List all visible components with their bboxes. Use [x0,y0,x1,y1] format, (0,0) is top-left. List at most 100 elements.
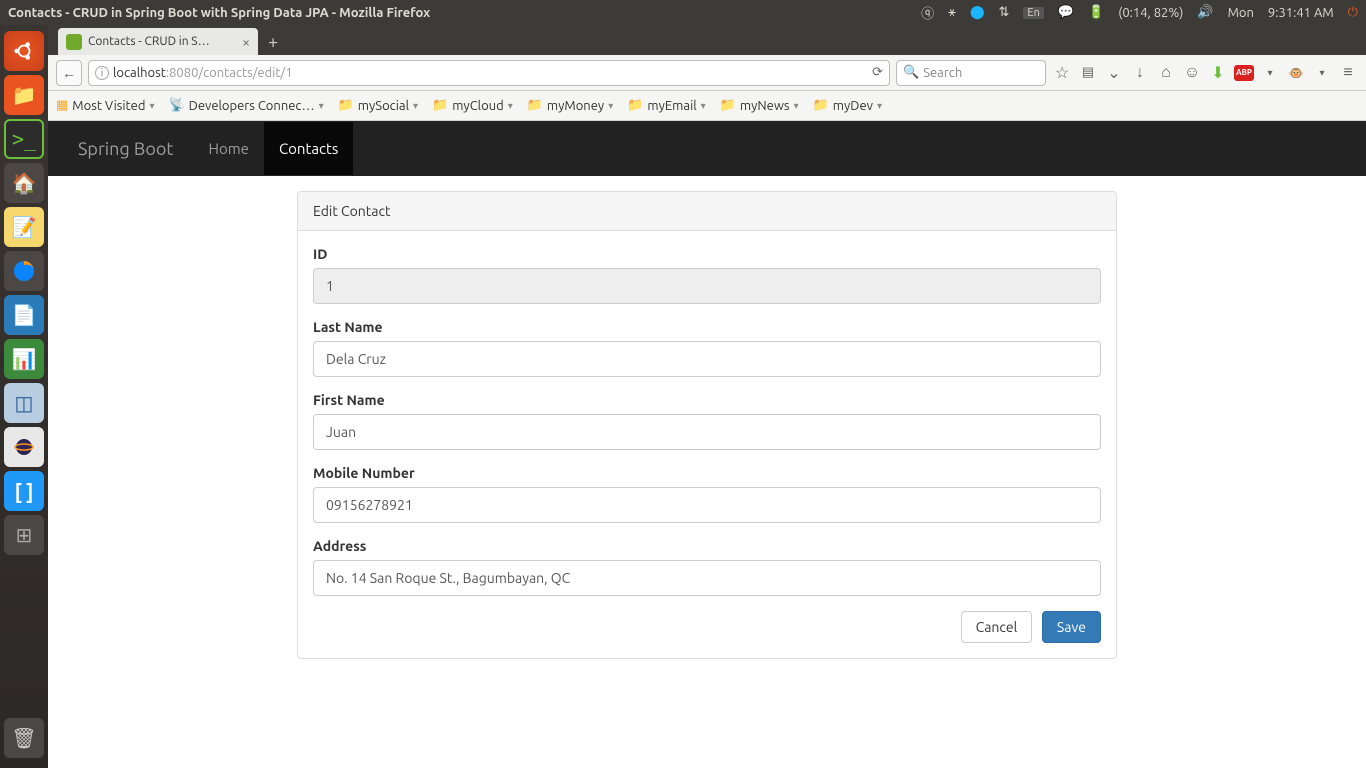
chevron-down-icon: ▾ [608,100,613,112]
battery-text: (0:14, 82%) [1118,6,1183,20]
form-group-mobile: Mobile Number [313,465,1101,523]
qb-icon[interactable]: ⓠ [921,3,934,22]
url-bar[interactable]: i localhost:8080/contacts/edit/1 ⟳ [88,60,890,86]
new-tab-button[interactable]: + [258,28,288,55]
site-info-icon[interactable]: i [95,66,109,80]
form-group-address: Address [313,538,1101,596]
lastname-label: Last Name [313,319,1101,335]
rss-icon: 📡 [168,98,184,113]
dropdown-icon[interactable]: ▾ [1260,63,1280,83]
form-group-id: ID [313,246,1101,304]
search-placeholder: Search [923,66,962,80]
dropdown-icon-2[interactable]: ▾ [1312,63,1332,83]
volume-icon[interactable]: 🔊 [1197,5,1213,20]
bookmark-star-icon[interactable]: ☆ [1052,63,1072,83]
chevron-down-icon: ▾ [794,100,799,112]
files-icon[interactable]: 📁 [4,75,44,115]
trash-icon[interactable]: 🗑 [4,718,44,758]
text-editor-icon[interactable]: 📝 [4,207,44,247]
firefox-icon[interactable] [4,251,44,291]
chevron-down-icon: ▾ [149,100,154,112]
cancel-button[interactable]: Cancel [961,611,1033,643]
menu-icon[interactable]: ≡ [1338,63,1358,83]
workspace-switcher-icon[interactable]: ⊞ [4,515,44,555]
launcher: 📁 >_ 🏠 📝 📄 📊 ◫ [ ] ⊞ 🗑 [0,25,48,768]
brand[interactable]: Spring Boot [78,139,173,159]
nav-home[interactable]: Home [193,122,263,175]
bookmarks-bar: ▦Most Visited▾ 📡Developers Connec…▾ 📁myS… [48,91,1366,121]
bookmark-mysocial[interactable]: 📁mySocial▾ [338,98,418,113]
address-input[interactable] [313,560,1101,596]
messages-icon[interactable]: 💬 [1058,5,1074,20]
adblock-icon[interactable]: ABP [1234,65,1254,81]
folder-icon: 📁 [627,98,643,113]
bookmark-most-visited[interactable]: ▦Most Visited▾ [56,98,154,113]
bluetooth-icon[interactable]: ⚹ [948,5,956,20]
bookmark-mymoney[interactable]: 📁myMoney▾ [527,98,613,113]
folder-icon: 📁 [527,98,543,113]
firstname-input[interactable] [313,414,1101,450]
nav-bar: ← i localhost:8080/contacts/edit/1 ⟳ 🔍 S… [48,55,1366,91]
tab-title: Contacts - CRUD in S… [88,35,210,48]
chevron-down-icon: ▾ [413,100,418,112]
system-bar: Contacts - CRUD in Spring Boot with Spri… [0,0,1366,25]
bookmark-myemail[interactable]: 📁myEmail▾ [627,98,705,113]
terminal-icon[interactable]: >_ [4,119,44,159]
url-path: :8080/contacts/edit/1 [166,66,293,80]
network-icon[interactable]: ⇅ [999,5,1010,20]
page-content: Spring Boot Home Contacts Edit Contact I… [48,121,1366,768]
url-host: localhost [113,66,166,80]
close-tab-icon[interactable]: × [242,34,250,50]
lastname-input[interactable] [313,341,1101,377]
search-bar[interactable]: 🔍 Search [896,60,1046,86]
firstname-label: First Name [313,392,1101,408]
clock-day: Mon [1228,6,1254,20]
back-button[interactable]: ← [56,60,82,86]
language-indicator[interactable]: En [1023,7,1043,19]
battery-icon[interactable]: 🔋 [1088,5,1104,20]
id-input [313,268,1101,304]
downloads-icon[interactable]: ↓ [1130,63,1150,83]
home-icon[interactable]: ⌂ [1156,63,1176,83]
browser-window: Contacts - CRUD in S… × + ← i localhost:… [48,25,1366,768]
save-button[interactable]: Save [1042,611,1101,643]
ubuntu-dash-icon[interactable] [4,31,44,71]
folder-icon: 📁 [720,98,736,113]
chevron-down-icon: ▾ [508,100,513,112]
favicon-icon [66,34,82,50]
window-title: Contacts - CRUD in Spring Boot with Spri… [8,6,921,20]
power-icon[interactable]: ⏻ [1348,5,1358,20]
bookmark-mycloud[interactable]: 📁myCloud▾ [432,98,513,113]
eclipse-icon[interactable] [4,427,44,467]
browser-tab[interactable]: Contacts - CRUD in S… × [58,28,258,55]
app-navbar: Spring Boot Home Contacts [48,121,1366,176]
writer-icon[interactable]: 📄 [4,295,44,335]
button-row: Cancel Save [313,611,1101,643]
bookmark-mydev[interactable]: 📁myDev▾ [813,98,882,113]
greasemonkey-icon[interactable]: 🐵 [1286,63,1306,83]
address-label: Address [313,538,1101,554]
folder-icon: 📁 [432,98,448,113]
folder-icon: 📁 [813,98,829,113]
virtualbox-icon[interactable]: ◫ [4,383,44,423]
calc-icon[interactable]: 📊 [4,339,44,379]
panel-heading: Edit Contact [298,192,1116,231]
reload-icon[interactable]: ⟳ [872,65,883,80]
clock-time: 9:31:41 AM [1268,6,1334,20]
bookmark-mynews[interactable]: 📁myNews▾ [720,98,799,113]
home-folder-icon[interactable]: 🏠 [4,163,44,203]
brackets-icon[interactable]: [ ] [4,471,44,511]
folder-icon: 📁 [338,98,354,113]
sync-icon[interactable]: ⬤ [970,5,985,20]
library-icon[interactable]: ▤ [1078,63,1098,83]
chat-icon[interactable]: ☺ [1182,63,1202,83]
nav-contacts[interactable]: Contacts [264,122,353,175]
chevron-down-icon: ▾ [319,100,324,112]
form-group-lastname: Last Name [313,319,1101,377]
download-arrow-icon[interactable]: ⬇ [1208,63,1228,83]
chevron-down-icon: ▾ [701,100,706,112]
bookmark-developers[interactable]: 📡Developers Connec…▾ [168,98,323,113]
mobile-label: Mobile Number [313,465,1101,481]
mobile-input[interactable] [313,487,1101,523]
pocket-icon[interactable]: ⌄ [1104,63,1124,83]
